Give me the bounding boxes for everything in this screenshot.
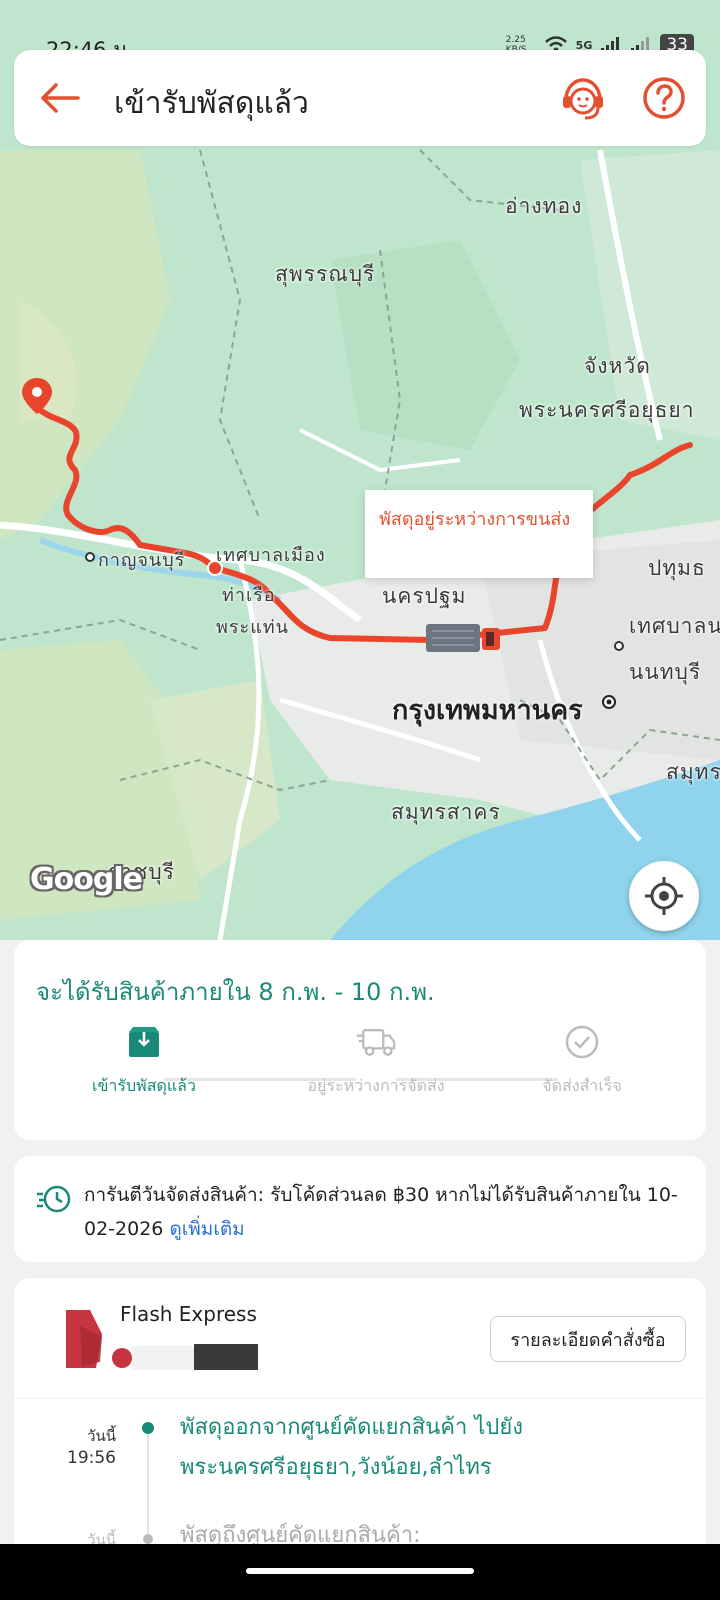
delivery-truck-icon [356, 1029, 396, 1056]
divider [14, 1398, 706, 1399]
delivery-progress: เข้ารับพัสดุแล้ว อยู่ระหว่างการจัดส่ง จั… [14, 1025, 706, 1130]
google-logo: Google [30, 862, 143, 897]
crosshair-icon [645, 877, 683, 915]
map-label: ท่าเรือ [222, 585, 276, 606]
step-in-transit: อยู่ระหว่างการจัดส่ง [276, 1029, 476, 1099]
map-label: นนทบุรี [629, 660, 702, 684]
step-label: เข้ารับพัสดุแล้ว [92, 1076, 196, 1095]
top-app-bar: เข้ารับพัสดุแล้ว [14, 50, 706, 146]
arrow-left-icon [41, 83, 80, 113]
check-circle-icon [565, 1025, 599, 1059]
event-description: พัสดุออกจากศูนย์คัดแยกสินค้า ไปยัง พระนค… [180, 1415, 524, 1480]
truck-icon [426, 624, 500, 652]
map-label: สุพรรณบุรี [275, 262, 376, 286]
event-time: 19:56 [67, 1448, 116, 1468]
map-label: สมุทร [666, 760, 720, 784]
delivery-guarantee-card: การันตีวันจัดส่งสินค้า: รับโค้ดส่วนลด ฿3… [14, 1156, 706, 1262]
order-details-button[interactable]: รายละเอียดคำสั่งซื้อ [490, 1316, 686, 1362]
map-label: พระแท่น [216, 617, 289, 638]
step-label: อยู่ระหว่างการจัดส่ง [307, 1076, 445, 1095]
delivery-status-card: จะได้รับสินค้าภายใน 8 ก.พ. - 10 ก.พ. เข้… [14, 940, 706, 1140]
map-label: กาญจนบุรี [98, 550, 186, 571]
status-bar: 22:46 น. 2.25 KB/S 5G 33 [0, 0, 720, 62]
timeline-dot [143, 1534, 153, 1544]
courier-name: Flash Express [120, 1302, 257, 1326]
map-label: เทศบาลเมือง [216, 545, 326, 566]
step-picked-up: เข้ารับพัสดุแล้ว [44, 1027, 244, 1099]
chat-support-button[interactable] [558, 74, 608, 124]
map-label: เทศบาลน [629, 614, 720, 638]
home-gesture-bar[interactable] [246, 1568, 474, 1574]
page-title: เข้ารับพัสดุแล้ว [114, 86, 309, 121]
guarantee-text: การันตีวันจัดส่งสินค้า: รับโค้ดส่วนลด ฿3… [84, 1178, 684, 1246]
timeline-dot-current [142, 1422, 154, 1434]
map-label: อ่างทอง [505, 194, 583, 218]
my-location-button[interactable] [629, 861, 699, 931]
event-day: วันนี้ [87, 1427, 116, 1445]
map-label: จังหวัด [584, 354, 651, 378]
map-label: นครปฐม [382, 584, 467, 608]
see-more-link[interactable]: ดูเพิ่มเติม [169, 1218, 244, 1240]
question-icon [643, 77, 685, 119]
headset-icon [563, 78, 603, 120]
shipment-status-tooltip: พัสดุอยู่ระหว่างการขนส่ง [365, 490, 593, 578]
step-delivered: จัดส่งสำเร็จ [482, 1025, 682, 1099]
map-label: สมุทรสาคร [391, 800, 501, 824]
map-label: กรุงเทพมหานคร [392, 695, 583, 726]
back-button[interactable] [36, 74, 84, 122]
clock-fast-icon [37, 1185, 71, 1213]
estimated-delivery: จะได้รับสินค้าภายใน 8 ก.พ. - 10 ก.พ. [36, 978, 435, 1006]
help-button[interactable] [640, 74, 688, 122]
map-label: พระนครศรีอยุธยา [519, 398, 695, 422]
map-label: ปทุมธ [648, 556, 706, 580]
package-icon [129, 1027, 159, 1057]
step-label: จัดส่งสำเร็จ [542, 1076, 622, 1095]
